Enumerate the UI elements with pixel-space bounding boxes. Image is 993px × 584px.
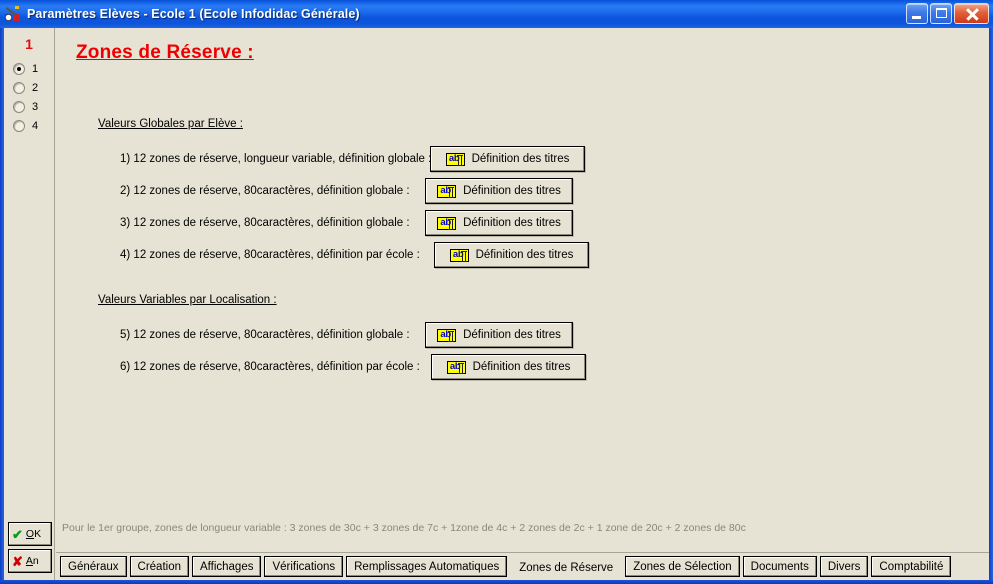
reserve-zone-label: 5) 12 zones de réserve, 80caractères, dé… <box>120 329 410 341</box>
radio-option-label: 3 <box>32 100 39 113</box>
check-icon: ✔ <box>12 526 23 542</box>
page-title: Zones de Réserve : <box>76 42 254 63</box>
abl-icon: ab <box>449 248 469 262</box>
abl-icon: ab <box>446 360 466 374</box>
section-heading: Valeurs Variables par Localisation : <box>98 294 277 306</box>
app-icon <box>4 5 22 23</box>
radio-option-label: 2 <box>32 81 39 94</box>
window-border-bottom <box>0 580 993 584</box>
window-title: Paramètres Elèves - Ecole 1 (Ecole Infod… <box>27 7 360 21</box>
definition-titles-button-label: Définition des titres <box>472 361 571 373</box>
radio-option-4[interactable]: 4 <box>13 117 54 134</box>
footer-note: Pour le 1er groupe, zones de longueur va… <box>62 522 746 534</box>
radio-option-label: 4 <box>32 119 39 132</box>
tab-strip[interactable]: Généraux Création Affichages Vérifications R… <box>56 552 989 580</box>
tab-zones-de-sélection[interactable]: Zones de Sélection <box>625 556 740 577</box>
radio-indicator <box>13 62 25 75</box>
definition-titles-button-label: Définition des titres <box>463 329 561 341</box>
section-heading: Valeurs Globales par Elève : <box>98 118 243 130</box>
definition-titles-button-label: Définition des titres <box>463 217 561 229</box>
reserve-zone-row: 5) 12 zones de réserve, 80caractères, dé… <box>98 322 698 348</box>
abl-icon: ab <box>445 152 465 166</box>
client-area: 1 1 2 3 4 ✔ OK ✘ An Zones de Réserve : Vale… <box>4 28 989 580</box>
close-button[interactable] <box>954 3 989 24</box>
definition-titles-button-label: Définition des titres <box>463 185 561 197</box>
tab-divers[interactable]: Divers <box>819 556 869 577</box>
maximize-icon <box>936 8 947 18</box>
reserve-zone-row: 6) 12 zones de réserve, 80caractères, dé… <box>98 354 698 380</box>
radio-indicator <box>13 81 25 94</box>
application-window: Paramètres Elèves - Ecole 1 (Ecole Infod… <box>0 0 993 584</box>
action-buttons: ✔ OK ✘ An <box>8 522 52 576</box>
minimize-button[interactable] <box>906 3 928 24</box>
definition-titles-button[interactable]: ab Définition des titres <box>425 210 573 236</box>
abl-icon: ab <box>437 184 457 198</box>
tab-généraux[interactable]: Généraux <box>60 556 127 577</box>
radio-indicator <box>13 100 25 113</box>
tab-affichages[interactable]: Affichages <box>191 556 262 577</box>
abl-icon: ab <box>437 216 457 230</box>
window-controls <box>906 3 989 24</box>
maximize-button[interactable] <box>930 3 952 24</box>
ok-button[interactable]: ✔ OK <box>8 522 52 546</box>
reserve-zone-row: 3) 12 zones de réserve, 80caractères, dé… <box>98 210 698 236</box>
reserve-zone-row: 1) 12 zones de réserve, longueur variabl… <box>98 146 698 172</box>
tab-comptabilité[interactable]: Comptabilité <box>871 556 952 577</box>
cancel-button[interactable]: ✘ An <box>8 549 52 573</box>
reserve-zone-row: 2) 12 zones de réserve, 80caractères, dé… <box>98 178 698 204</box>
radio-indicator <box>13 119 25 132</box>
radio-option-label: 1 <box>32 62 39 75</box>
left-panel: 1 1 2 3 4 ✔ OK ✘ An <box>4 28 55 580</box>
tab-zones-de-réserve[interactable]: Zones de Réserve <box>510 556 623 580</box>
window-border-right <box>989 28 993 584</box>
reserve-zone-row: 4) 12 zones de réserve, 80caractères, dé… <box>98 242 698 268</box>
minimize-icon <box>912 16 921 19</box>
cancel-button-label: An <box>25 555 39 567</box>
tab-documents[interactable]: Documents <box>742 556 817 577</box>
abl-icon: ab <box>437 328 457 342</box>
reserve-zone-label: 4) 12 zones de réserve, 80caractères, dé… <box>120 249 420 261</box>
radio-option-1[interactable]: 1 <box>13 60 54 77</box>
tab-remplissages-automatiques[interactable]: Remplissages Automatiques <box>346 556 508 577</box>
reserve-zone-label: 2) 12 zones de réserve, 80caractères, dé… <box>120 185 410 197</box>
reserve-zone-label: 3) 12 zones de réserve, 80caractères, dé… <box>120 217 410 229</box>
radio-option-3[interactable]: 3 <box>13 98 54 115</box>
reserve-zone-label: 1) 12 zones de réserve, longueur variabl… <box>120 153 432 165</box>
panel-number: 1 <box>25 36 33 52</box>
definition-titles-button[interactable]: ab Définition des titres <box>431 354 586 380</box>
tab-vérifications[interactable]: Vérifications <box>264 556 344 577</box>
tab-création[interactable]: Création <box>129 556 189 577</box>
school-radio-group[interactable]: 1 2 3 4 <box>4 60 54 134</box>
reserve-zone-label: 6) 12 zones de réserve, 80caractères, dé… <box>120 361 420 373</box>
ok-button-label: OK <box>25 528 42 540</box>
radio-option-2[interactable]: 2 <box>13 79 54 96</box>
title-bar: Paramètres Elèves - Ecole 1 (Ecole Infod… <box>0 0 993 28</box>
definition-titles-button[interactable]: ab Définition des titres <box>430 146 585 172</box>
definition-titles-button-label: Définition des titres <box>475 249 574 261</box>
content-pane: Zones de Réserve : Valeurs Globales par … <box>56 28 989 580</box>
definition-titles-button[interactable]: ab Définition des titres <box>434 242 589 268</box>
definition-titles-button[interactable]: ab Définition des titres <box>425 178 573 204</box>
definition-titles-button-label: Définition des titres <box>471 153 570 165</box>
cross-icon: ✘ <box>12 553 23 569</box>
definition-titles-button[interactable]: ab Définition des titres <box>425 322 573 348</box>
